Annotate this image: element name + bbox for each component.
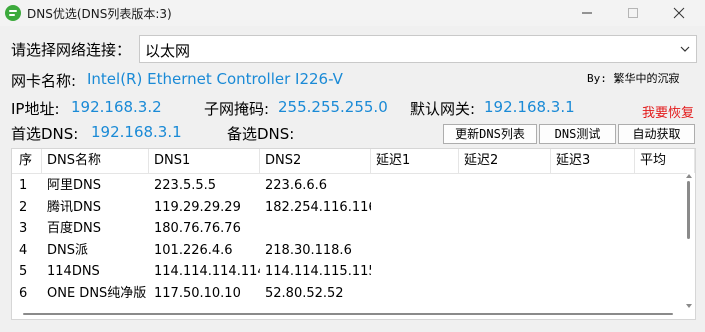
table-row[interactable]: 6 ONE DNS纯净版 117.50.10.10 52.80.52.52 <box>12 283 687 304</box>
adapter-name: Intel(R) Ethernet Controller I226-V <box>87 70 343 88</box>
cell-latency2 <box>459 175 551 196</box>
app-icon <box>5 5 21 21</box>
table-row[interactable]: 3 百度DNS 180.76.76.76 <box>12 218 687 239</box>
cell-latency1 <box>371 240 459 261</box>
cell-name: 阿里DNS <box>47 178 101 193</box>
cell-index: 2 <box>19 199 28 215</box>
chevron-down-icon <box>680 46 690 52</box>
column-header-dns2[interactable]: DNS2 <box>260 149 371 173</box>
subnet-mask-label: 子网掩码: <box>204 100 270 118</box>
cell-index: 3 <box>19 221 28 236</box>
cell-latency3 <box>551 283 635 304</box>
primary-dns-value: 192.168.3.1 <box>91 123 182 141</box>
cell-dns1: 223.5.5.5 <box>154 178 217 193</box>
window-title: DNS优选(DNS列表版本:3) <box>27 7 172 21</box>
column-header-index[interactable]: 序 <box>14 149 42 173</box>
column-header-latency1[interactable]: 延迟1 <box>371 149 459 173</box>
column-header-latency2[interactable]: 延迟2 <box>459 149 551 173</box>
cell-latency1 <box>371 261 459 282</box>
scroll-up-icon <box>686 174 692 178</box>
cell-latency2 <box>459 283 551 304</box>
minimize-icon <box>582 12 592 14</box>
cell-latency2 <box>459 261 551 282</box>
gateway-label: 默认网关: <box>410 100 476 118</box>
scroll-down-icon <box>686 304 692 308</box>
horizontal-scrollbar[interactable] <box>15 311 685 317</box>
list-header: 序 DNS名称 DNS1 DNS2 延迟1 延迟2 延迟3 平均 <box>12 149 695 174</box>
cell-latency3 <box>551 240 635 261</box>
column-header-dns1[interactable]: DNS1 <box>149 149 260 173</box>
cell-index: 5 <box>19 264 28 279</box>
cell-name: 114DNS <box>47 264 100 279</box>
column-header-latency3[interactable]: 延迟3 <box>551 149 635 173</box>
cell-latency3 <box>551 261 635 282</box>
title-bar[interactable]: DNS优选(DNS列表版本:3) <box>0 0 705 26</box>
maximize-button[interactable] <box>610 0 656 26</box>
cell-latency2 <box>459 197 551 218</box>
cell-dns1: 180.76.76.76 <box>154 221 241 236</box>
cell-dns2: 182.254.116.116 <box>265 199 371 215</box>
cell-dns1: 101.226.4.6 <box>154 242 233 258</box>
table-row[interactable]: 5 114DNS 114.114.114.114 114.114.115.115 <box>12 261 687 282</box>
cell-latency1 <box>371 175 459 196</box>
subnet-mask-value: 255.255.255.0 <box>278 98 388 116</box>
vertical-scrollbar[interactable] <box>685 173 693 315</box>
cell-dns2 <box>260 218 371 239</box>
update-dns-list-button[interactable]: 更新DNS列表 <box>443 124 537 144</box>
ip-value: 192.168.3.2 <box>71 98 162 116</box>
cell-latency2 <box>459 218 551 239</box>
cell-latency2 <box>459 240 551 261</box>
minimize-button[interactable] <box>564 0 610 26</box>
auto-get-button[interactable]: 自动获取 <box>618 124 695 144</box>
cell-latency3 <box>551 197 635 218</box>
adapter-label: 网卡名称: <box>11 72 77 90</box>
cell-latency1 <box>371 283 459 304</box>
cell-latency1 <box>371 197 459 218</box>
author-credit: By: 繁华中的沉寂 <box>587 72 680 85</box>
cell-dns2: 223.6.6.6 <box>265 178 328 193</box>
cell-name: 百度DNS <box>47 221 101 236</box>
cell-name: 腾讯DNS <box>47 199 101 215</box>
secondary-dns-label: 备选DNS: <box>227 125 295 143</box>
cell-latency1 <box>371 218 459 239</box>
close-button[interactable] <box>656 0 702 26</box>
ip-label: IP地址: <box>11 100 60 118</box>
cell-dns2: 114.114.115.115 <box>265 264 371 279</box>
column-header-name[interactable]: DNS名称 <box>42 149 149 173</box>
close-icon <box>673 7 685 19</box>
dns-optimizer-window: DNS优选(DNS列表版本:3) 请选择网络连接： 以太网 网卡名称: Inte… <box>0 0 705 332</box>
table-row[interactable]: 2 腾讯DNS 119.29.29.29 182.254.116.116 <box>12 197 687 218</box>
gateway-value: 192.168.3.1 <box>484 98 575 116</box>
dns-test-button[interactable]: DNS测试 <box>539 124 616 144</box>
restore-link[interactable]: 我要恢复 <box>642 102 694 121</box>
table-row[interactable]: 1 阿里DNS 223.5.5.5 223.6.6.6 <box>12 175 687 196</box>
maximize-icon <box>628 8 638 18</box>
table-row[interactable]: 4 DNS派 101.226.4.6 218.30.118.6 <box>12 240 687 261</box>
cell-latency3 <box>551 175 635 196</box>
cell-latency3 <box>551 218 635 239</box>
cell-index: 1 <box>19 178 28 193</box>
cell-name: DNS派 <box>47 242 88 258</box>
cell-dns2: 52.80.52.52 <box>265 285 344 301</box>
cell-dns1: 117.50.10.10 <box>154 285 241 301</box>
connection-select[interactable]: 以太网 <box>139 35 697 63</box>
connection-label: 请选择网络连接： <box>11 41 132 59</box>
cell-index: 4 <box>19 242 28 258</box>
cell-name: ONE DNS纯净版 <box>47 285 147 301</box>
connection-selected-value: 以太网 <box>145 42 191 60</box>
column-header-average[interactable]: 平均 <box>635 149 695 173</box>
horizontal-scroll-thumb[interactable] <box>23 313 673 315</box>
primary-dns-label: 首选DNS: <box>11 125 79 143</box>
cell-dns2: 218.30.118.6 <box>265 242 352 258</box>
dns-list[interactable]: 序 DNS名称 DNS1 DNS2 延迟1 延迟2 延迟3 平均 1 阿里DNS 223.5.5.… <box>11 148 696 320</box>
cell-dns1: 119.29.29.29 <box>154 199 241 215</box>
vertical-scroll-thumb[interactable] <box>687 181 690 239</box>
cell-dns1: 114.114.114.114 <box>154 264 260 279</box>
cell-index: 6 <box>19 285 28 301</box>
